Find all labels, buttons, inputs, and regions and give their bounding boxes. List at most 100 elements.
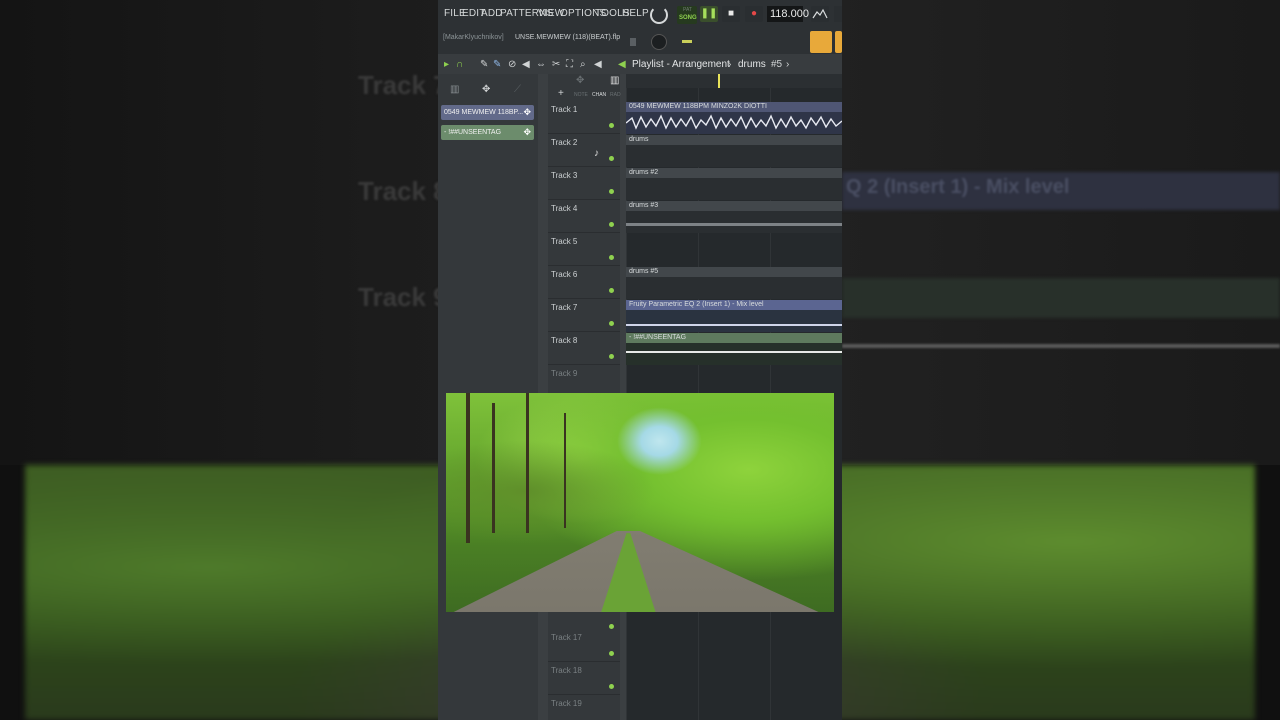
track-header[interactable]: Track 17 [548, 624, 620, 662]
playlist-arrow-icon[interactable]: ◀ [618, 59, 626, 70]
track-name: Track 17 [551, 633, 582, 642]
track-mute-led[interactable] [609, 354, 614, 359]
waveform-icon [626, 114, 842, 130]
select-icon[interactable]: ⛶ [566, 59, 573, 70]
master-volume-knob[interactable] [650, 6, 668, 24]
automation-clip[interactable]: - !##UNSEENTAG [626, 333, 842, 365]
ruler-label-chan: CHAN [592, 92, 607, 98]
picker-automation-clip[interactable]: - !##UNSEENTAG ✥ [441, 125, 534, 140]
clip-label: drums #5 [629, 268, 659, 275]
pause-button[interactable]: ❚❚ [700, 6, 718, 22]
track-name: Track 7 [551, 303, 578, 312]
automation-line [626, 324, 842, 326]
project-bar: [MakarKlyuchnikov] UNSE.MEWMEW (118)(BEA… [438, 30, 842, 54]
pattern-clip[interactable]: drums [626, 135, 842, 167]
track-header[interactable]: Track 5 [548, 233, 620, 266]
track-mute-led[interactable] [609, 624, 614, 629]
automation-icon[interactable]: ⟋ [514, 84, 521, 95]
track-header[interactable]: Track 2 ♪ [548, 134, 620, 167]
track-mute-led[interactable] [609, 651, 614, 656]
pencil-icon[interactable]: ✎ [480, 59, 488, 70]
pattern-notes [626, 223, 842, 226]
clip-label: - !##UNSEENTAG [629, 334, 687, 341]
track-header[interactable]: Track 3 [548, 167, 620, 200]
current-pattern-number[interactable]: #5 [771, 59, 782, 70]
timeline-ruler[interactable] [626, 74, 842, 102]
playback-icon[interactable]: ◀ [594, 59, 602, 70]
track-mute-led[interactable] [609, 222, 614, 227]
stop-button[interactable]: ■ [722, 6, 740, 22]
slice-icon[interactable]: ✂ [552, 59, 560, 70]
song-label: SONG [679, 15, 697, 21]
pattern-clip[interactable]: drums #5 [626, 267, 842, 299]
add-track-icon[interactable]: + [558, 88, 564, 99]
channel-rack-button[interactable] [835, 31, 842, 53]
pattern-clip[interactable]: drums #3 [626, 201, 842, 233]
pattern-next-arrow[interactable]: › [786, 59, 789, 70]
track-header[interactable]: Track 7 [548, 299, 620, 332]
automation-clip[interactable]: Fruity Parametric EQ 2 (Insert 1) - Mix … [626, 300, 842, 332]
clip-label: drums #3 [629, 202, 659, 209]
track-name: Track 2 [551, 138, 578, 147]
track-name: Track 8 [551, 336, 578, 345]
track-header[interactable]: Track 1 [548, 101, 620, 134]
cpu-meter-icon [811, 6, 829, 22]
audio-wave-icon[interactable]: ✥ [482, 84, 490, 95]
track-name: Track 3 [551, 171, 578, 180]
audio-clip[interactable]: 0549 MEWMEW 118BPM MINZO2K DIOTTI [626, 102, 842, 134]
tree-trunk [526, 393, 529, 533]
menu-help[interactable]: HELP [622, 8, 649, 19]
zoom-icon[interactable]: ⌕ [580, 59, 586, 70]
track-mute-led[interactable] [609, 684, 614, 689]
extra-tool-icon[interactable] [834, 6, 842, 22]
clip-label: Fruity Parametric EQ 2 (Insert 1) - Mix … [629, 301, 764, 308]
picker-audio-clip[interactable]: 0549 MEWMEW 118BP... ✥ [441, 105, 534, 120]
track-mute-led[interactable] [609, 123, 614, 128]
playlist-menu-arrow-icon[interactable]: ▸ [444, 59, 449, 70]
master-pitch-knob[interactable] [651, 34, 667, 50]
playhead[interactable] [718, 74, 720, 88]
track-header[interactable]: Track 19 [548, 695, 620, 720]
background-ghost-text: Track 7 [358, 70, 448, 100]
piano-icon[interactable]: ▥ [450, 84, 459, 95]
track-header[interactable]: Track 6 [548, 266, 620, 299]
track-name: Track 9 [551, 369, 578, 378]
track-mute-led[interactable] [609, 288, 614, 293]
playlist-title: Playlist - Arrangement [632, 59, 730, 70]
playlist-header: ▸ ∩ ✎ ✎ ⊘ ◀ ⇔ ✂ ⛶ ⌕ ◀ ◀ Playlist - Arran… [438, 54, 842, 74]
cpu-wave-icon [812, 8, 828, 19]
track-mute-led[interactable] [609, 255, 614, 260]
mute-icon[interactable]: ◀ [522, 59, 530, 70]
track-mute-led[interactable] [609, 321, 614, 326]
clip-label: drums #2 [629, 169, 659, 176]
tree-trunk [492, 403, 495, 533]
pat-song-toggle[interactable]: PAT SONG [677, 6, 697, 24]
delete-icon[interactable]: ⊘ [508, 59, 516, 70]
track-header[interactable]: Track 18 [548, 662, 620, 695]
tree-trunk [564, 413, 566, 528]
ruler-label-rad: RAD [610, 92, 621, 98]
keyboard-icon[interactable]: ▥ [610, 75, 619, 86]
record-button[interactable]: ● [745, 6, 763, 22]
magnet-icon[interactable]: ∩ [456, 59, 463, 70]
clip-label: drums [629, 136, 649, 143]
tempo-display[interactable]: 118.000 [767, 6, 809, 22]
track-name: Track 18 [551, 666, 582, 675]
tree-trunk [466, 393, 470, 543]
ruler-move-icon[interactable]: ✥ [576, 75, 584, 86]
background-ghost-text: Track 9 [358, 282, 448, 312]
stage: Track 7 Track 8 Track 9 Q 2 (Insert 1) -… [0, 0, 1280, 720]
grass-median [601, 533, 656, 612]
track-name: Track 1 [551, 105, 578, 114]
current-pattern-name[interactable]: drums [738, 59, 766, 70]
mixer-button[interactable] [810, 31, 832, 53]
slip-icon[interactable]: ⇔ [536, 59, 546, 70]
pattern-clip[interactable]: drums #2 [626, 168, 842, 200]
track-header[interactable]: Track 4 [548, 200, 620, 233]
track-mute-led[interactable] [609, 156, 614, 161]
paint-icon[interactable]: ✎ [493, 59, 501, 70]
track-mute-led[interactable] [609, 189, 614, 194]
forest-road-photo [446, 393, 834, 612]
track-header[interactable]: Track 8 [548, 332, 620, 365]
track-name: Track 5 [551, 237, 578, 246]
